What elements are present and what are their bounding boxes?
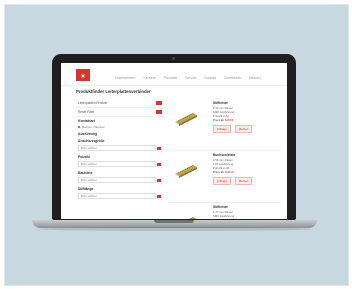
webcam [172,57,175,60]
chevron-down-icon [157,163,161,166]
connector-image[interactable] [173,109,199,127]
bookmark-button[interactable]: Merken [234,177,253,185]
connector-image[interactable] [173,213,199,219]
filter-sidebar: Leiterplatten Produkt Reset Filter Konta… [76,99,164,201]
price-value: 0,23 € [224,118,234,122]
page-title: Produktfinder Leiterplattenverbinder [76,89,151,94]
chevron-down-icon [157,179,161,182]
product-info: Stiftleiste 2,54 mm Raster SMD Ausführun… [213,101,277,133]
select-value: Bitte wählen [81,162,98,166]
bookmark-button[interactable]: Merken [234,125,253,133]
connector-image[interactable] [173,161,199,179]
nav-item[interactable]: Service [185,76,196,80]
header-divider [61,85,287,86]
filter-row-label: Leiterplatten Produkt [78,101,108,105]
filter-section-title[interactable]: Ausführung [76,130,164,137]
filter-select[interactable]: Bitte wählen [78,177,161,183]
nav-item[interactable]: Downloads [224,76,241,80]
product-card[interactable]: Stiftleiste 1,27 mm Raster SMD Ausführun… [169,203,281,219]
price-value: 0,31 € [224,170,234,174]
filter-select[interactable]: Bitte wählen [78,161,161,167]
laptop-notch [154,220,194,223]
product-results: Stiftleiste 2,54 mm Raster SMD Ausführun… [169,99,281,219]
product-info: Buchsenleiste 2,54 mm Raster THT Ausführ… [213,153,277,185]
filter-section-title[interactable]: Anschlussgröße [76,137,164,144]
select-value: Bitte wählen [81,146,98,150]
brand-logo[interactable]: ▣ [76,69,90,81]
product-info: Stiftleiste 1,27 mm Raster SMD Ausführun… [213,205,277,218]
price-label: Preis ab [213,170,225,174]
nav-item[interactable]: Unternehmen [115,76,136,80]
reset-filter-label: Reset Filter [78,110,95,114]
reset-filter[interactable]: Reset Filter [76,108,164,117]
chevron-down-icon [157,147,161,150]
nav-item[interactable]: Karriere [144,76,156,80]
filter-row[interactable]: Leiterplatten Produkt [76,99,164,108]
checkbox-label: Buchse / Stecker [82,125,105,129]
reset-button[interactable] [156,110,162,114]
nav-item[interactable]: Messen [249,76,261,80]
filter-section-title[interactable]: Kontaktart [76,117,164,124]
product-card[interactable]: Stiftleiste 2,54 mm Raster SMD Ausführun… [169,99,281,151]
laptop-screen: ▣ Unternehmen Karriere Produkte Service … [61,63,287,219]
filter-section-title[interactable]: Stiftlänge [76,185,164,192]
filter-select[interactable]: Bitte wählen [78,145,161,151]
nav-item[interactable]: Kontakt [205,76,217,80]
product-price: Preis ab 0,31 € [213,170,277,174]
laptop-lid: ▣ Unternehmen Karriere Produkte Service … [52,54,296,220]
product-spec: SMD Ausführung [213,214,235,218]
main-nav: Unternehmen Karriere Produkte Service Ko… [115,76,261,80]
expand-button[interactable] [156,101,162,105]
filter-section-title[interactable]: Polzahl [76,153,164,160]
filter-section-title[interactable]: Bauhöhe [76,169,164,176]
filter-select[interactable]: Bitte wählen [78,193,161,199]
chevron-down-icon [157,195,161,198]
inquiry-button[interactable]: Anfrage [213,177,231,185]
inquiry-button[interactable]: Anfrage [213,125,231,133]
nav-item[interactable]: Produkte [164,76,178,80]
product-card[interactable]: Buchsenleiste 2,54 mm Raster THT Ausführ… [169,151,281,203]
product-price: Preis ab 0,23 € [213,118,277,122]
laptop-shadow [38,227,311,231]
select-value: Bitte wählen [81,178,98,182]
select-value: Bitte wählen [81,194,98,198]
price-label: Preis ab [213,118,225,122]
radio-dot-icon [78,126,80,128]
